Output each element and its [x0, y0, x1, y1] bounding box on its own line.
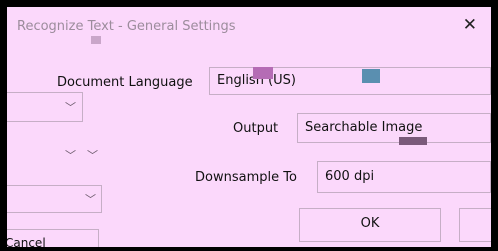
chevron-down-icon: ﹀ — [87, 149, 98, 162]
general-settings-dialog: Recognize Text - General Settings ✕ Docu… — [7, 7, 491, 247]
cancel-button[interactable]: Cancel — [7, 229, 99, 247]
close-icon[interactable]: ✕ — [463, 15, 477, 35]
output-value: Searchable Image — [305, 120, 423, 135]
document-language-select[interactable]: English (US) — [209, 67, 491, 95]
chevron-down-icon: ﹀ — [65, 101, 76, 114]
downsample-select[interactable]: 600 dpi — [317, 161, 491, 193]
document-language-label: Document Language — [57, 75, 193, 90]
left-dropdown-3[interactable]: ﹀ — [7, 185, 102, 213]
dialog-title: Recognize Text - General Settings — [17, 19, 236, 34]
noise-patch — [399, 137, 427, 145]
left-dropdown-1[interactable]: ﹀ — [7, 92, 83, 122]
output-label: Output — [233, 121, 279, 136]
chevron-down-icon: ﹀ — [85, 193, 96, 206]
extra-button[interactable] — [459, 208, 491, 242]
downsample-label: Downsample To — [195, 170, 297, 185]
chevron-down-icon: ﹀ — [65, 149, 76, 162]
left-dropdown-2[interactable]: ﹀ ﹀ — [7, 142, 102, 172]
output-select[interactable]: Searchable Image — [297, 113, 491, 143]
ok-button[interactable]: OK — [299, 208, 441, 242]
noise-patch — [362, 69, 380, 83]
noise-patch — [253, 67, 273, 79]
title-bar: Recognize Text - General Settings ✕ — [7, 7, 491, 45]
noise-patch — [91, 36, 101, 44]
downsample-value: 600 dpi — [325, 169, 375, 184]
